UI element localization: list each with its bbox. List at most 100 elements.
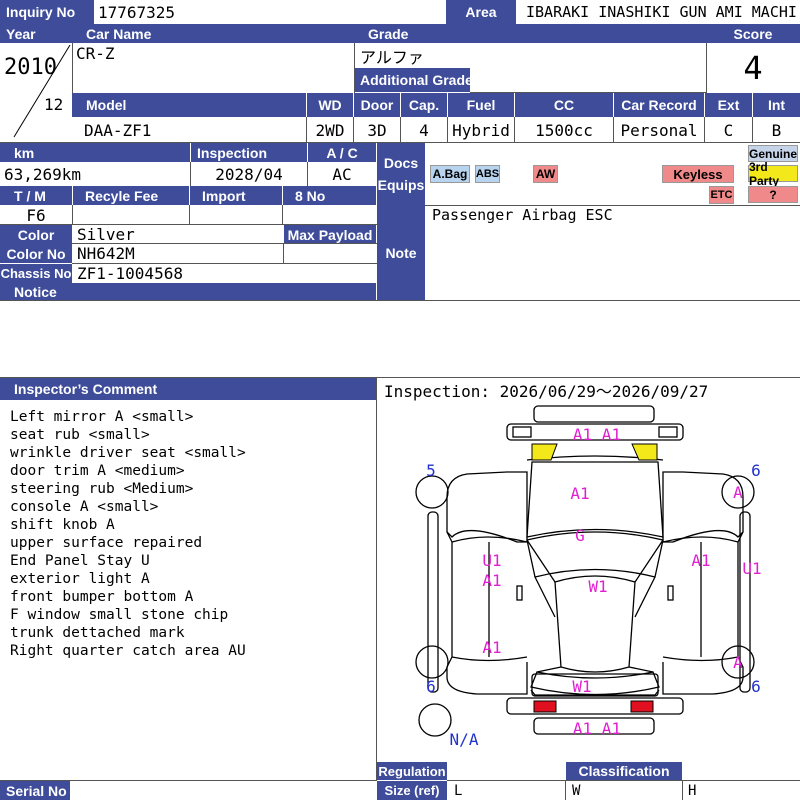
year-label: Year	[0, 24, 72, 43]
tire-front-left-label: 5	[426, 460, 436, 480]
comment-line: Right quarter catch area AU	[10, 643, 246, 659]
cc-value: 1500cc	[535, 120, 593, 140]
score-value: 4	[743, 49, 763, 87]
car-record-label: Car Record	[614, 93, 704, 117]
size-h-value: H	[688, 782, 697, 799]
car-name-label: Car Name	[72, 24, 354, 43]
tm-value: F6	[26, 205, 46, 225]
model-value: DAA-ZF1	[84, 120, 152, 140]
size-w-value: W	[572, 782, 581, 799]
car-record-value: Personal	[620, 120, 698, 140]
wd-label: WD	[307, 93, 353, 117]
tire-rear-left-label: 6	[426, 676, 436, 696]
comment-line: seat rub <small>	[10, 427, 150, 443]
fuel-label: Fuel	[448, 93, 514, 117]
keyless-badge: Keyless	[662, 165, 734, 183]
area-label: Area	[446, 0, 516, 24]
km-value: 63,269km	[4, 164, 82, 184]
classification-label: Classification	[566, 762, 682, 780]
comment-line: End Panel Stay U	[10, 553, 150, 569]
wd-value: 2WD	[315, 120, 345, 140]
grade-value: アルファ	[360, 48, 424, 67]
fuel-value: Hybrid	[452, 120, 510, 140]
etc-badge: ETC	[709, 186, 734, 204]
inspection-value: 2028/04	[215, 164, 283, 184]
inspection-label: Inspection	[191, 143, 307, 162]
chassis-no-value: ZF1-1004568	[77, 264, 183, 283]
door-value: 3D	[367, 120, 387, 140]
inspection-period: Inspection: 2026/06/29～2026/09/27	[384, 382, 709, 401]
tm-label: T / M	[0, 186, 72, 205]
model-label: Model	[72, 93, 306, 117]
tire-rear-right-label: 6	[751, 676, 761, 696]
ext-value: C	[723, 120, 734, 140]
abs-badge: ABS	[475, 165, 500, 183]
size-ref-label: Size (ref)	[377, 781, 447, 800]
left-front-fender-mark: A1	[482, 570, 502, 590]
note-value: Passenger Airbag ESC	[432, 206, 613, 224]
docs-equips-label: Docs Equips	[377, 143, 425, 205]
roof-mark: W1	[588, 576, 608, 596]
cc-label: CC	[515, 93, 613, 117]
color-no-value: NH642M	[77, 244, 135, 263]
note-label: Note	[377, 205, 425, 300]
front-bumper-mark: A1 A1	[572, 424, 622, 444]
door-label: Door	[354, 93, 400, 117]
color-no-label: Color No	[0, 244, 72, 263]
third-party-badge: 3rd Party	[748, 160, 798, 188]
max-payload-label: Max Payload	[284, 225, 376, 244]
left-rear-mark: A1	[482, 637, 502, 657]
comment-line: upper surface repaired	[10, 535, 203, 551]
ext-label: Ext	[705, 93, 752, 117]
car-name-value: CR-Z	[76, 44, 115, 63]
color-label: Color	[0, 225, 72, 244]
serial-no-label: Serial No	[0, 781, 70, 800]
spare-tire-label: N/A	[449, 729, 479, 749]
comment-line: console A <small>	[10, 499, 159, 515]
notice-label: Notice	[0, 283, 376, 300]
area-value: IBARAKI INASHIKI GUN AMI MACHI	[526, 3, 797, 21]
inquiry-value: 17767325	[98, 2, 176, 22]
right-quarter-mark: U1	[742, 558, 762, 578]
comment-line: exterior light A	[10, 571, 150, 587]
km-label: km	[0, 143, 190, 162]
comment-line: wrinkle driver seat <small>	[10, 445, 246, 461]
int-value: B	[771, 120, 782, 140]
cap-value: 4	[419, 120, 429, 140]
recycle-fee-label: Recyle Fee	[73, 186, 189, 205]
comment-line: shift knob A	[10, 517, 115, 533]
comment-line: Left mirror A <small>	[10, 409, 194, 425]
tire-front-right-label: 6	[751, 460, 761, 480]
size-l-value: L	[454, 782, 463, 799]
unknown-badge: ?	[748, 186, 798, 203]
left-door-mark: U1	[482, 550, 502, 570]
rear-bumper-mark: A1 A1	[572, 718, 622, 738]
inspector-comment-label: Inspector’s Comment	[0, 378, 376, 400]
hood-mark: A1	[570, 483, 590, 503]
comment-line: steering rub <Medium>	[10, 481, 194, 497]
comment-list: Left mirror A <small> seat rub <small> w…	[10, 408, 374, 660]
regulation-label: Regulation	[377, 762, 447, 780]
comment-line: front bumper bottom A	[10, 589, 194, 605]
cap-label: Cap.	[401, 93, 447, 117]
additional-grade-label: Additional Grade	[354, 68, 470, 92]
aw-badge: AW	[533, 165, 558, 183]
rear-window-mark: W1	[572, 676, 592, 696]
ac-label: A / C	[308, 143, 376, 162]
8-no-label: 8 No	[283, 186, 376, 205]
mirror-rear-right-mark: A	[733, 652, 743, 672]
import-label: Import	[190, 186, 282, 205]
color-value: Silver	[77, 225, 135, 244]
mirror-front-right-mark: A	[733, 482, 743, 502]
int-label: Int	[753, 93, 800, 117]
comment-line: F window small stone chip	[10, 607, 229, 623]
inquiry-label: Inquiry No	[0, 0, 94, 24]
right-door-mark: A1	[691, 550, 711, 570]
grade-label: Grade	[354, 24, 706, 43]
month-value: 12	[44, 94, 64, 114]
equips-label: Equips	[377, 177, 425, 193]
chassis-no-label: Chassis No	[0, 264, 72, 283]
windshield-mark: G	[575, 525, 585, 545]
docs-label: Docs	[383, 155, 419, 171]
comment-line: door trim A <medium>	[10, 463, 185, 479]
